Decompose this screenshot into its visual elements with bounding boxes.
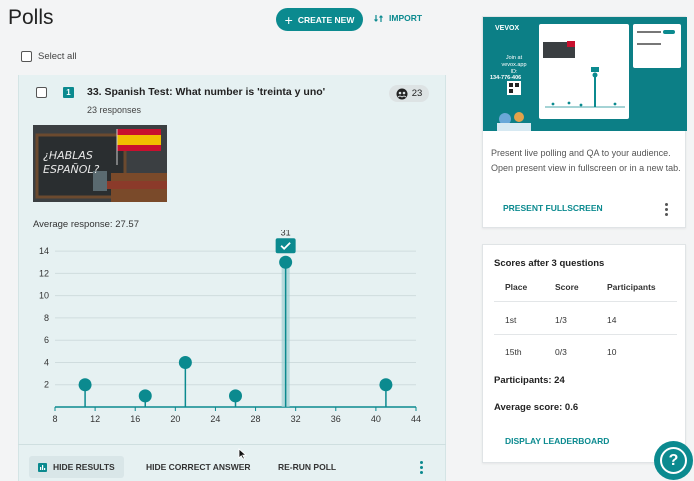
- people-icon: [396, 88, 408, 99]
- help-icon: ?: [660, 447, 687, 474]
- data-point: [279, 255, 293, 269]
- present-join-text: Join at: [505, 55, 523, 61]
- x-tick-label: 12: [90, 414, 100, 424]
- data-point: [138, 389, 152, 403]
- x-tick-label: 28: [251, 414, 261, 424]
- mouse-cursor-icon: [238, 448, 247, 460]
- bar-chart-icon: [38, 462, 47, 472]
- x-tick-label: 16: [130, 414, 140, 424]
- present-id-value: 134-776-406: [490, 75, 522, 81]
- poll-image-text: ¿HABLAS ESPAÑOL?: [43, 149, 100, 176]
- responses-badge[interactable]: 23: [389, 85, 429, 102]
- y-tick-label: 12: [39, 268, 49, 278]
- scores-divider: [494, 334, 677, 335]
- data-point: [78, 378, 92, 392]
- plus-icon: +: [284, 11, 293, 28]
- scores-row-participants: 14: [607, 315, 617, 325]
- page-title: Polls: [8, 6, 54, 29]
- data-point: [379, 378, 393, 392]
- scores-row-score: 0/3: [555, 347, 567, 357]
- x-tick-label: 8: [52, 414, 57, 424]
- x-tick-label: 20: [170, 414, 180, 424]
- present-fullscreen-button[interactable]: PRESENT FULLSCREEN: [503, 203, 603, 213]
- poll-title[interactable]: 33. Spanish Test: What number is 'treint…: [87, 86, 325, 98]
- scores-header-place: Place: [505, 282, 528, 292]
- poll-more-icon[interactable]: [420, 461, 423, 474]
- poll-action-bar: HIDE RESULTS HIDE CORRECT ANSWER RE-RUN …: [18, 444, 446, 481]
- average-response: Average response: 27.57: [33, 219, 139, 230]
- data-point: [229, 389, 242, 403]
- present-card: VEVOX Join at vevox.app ID: 134-776-406 …: [482, 16, 687, 228]
- scores-row-place: 15th: [505, 347, 522, 357]
- scores-row-score: 1/3: [555, 315, 567, 325]
- rerun-poll-label: RE-RUN POLL: [278, 462, 337, 472]
- highlight-value-label: 31: [281, 230, 291, 237]
- hide-correct-answer-label: HIDE CORRECT ANSWER: [146, 462, 251, 472]
- scores-row-participants: 10: [607, 347, 617, 357]
- poll-response-count: 23 responses: [87, 105, 142, 115]
- select-all-label: Select all: [38, 51, 77, 62]
- x-tick-label: 40: [371, 414, 381, 424]
- present-preview-thumbnail[interactable]: VEVOX Join at vevox.app ID: 134-776-406: [483, 17, 687, 131]
- x-tick-label: 32: [291, 414, 301, 424]
- scores-header-participants: Participants: [607, 282, 656, 292]
- poll-number-badge: 1: [63, 87, 74, 98]
- y-tick-label: 14: [39, 246, 49, 256]
- x-tick-label: 36: [331, 414, 341, 424]
- import-label: IMPORT: [389, 13, 423, 23]
- present-brand: VEVOX: [495, 25, 520, 32]
- present-join-block: Join at vevox.app ID:: [501, 55, 527, 76]
- present-more-icon[interactable]: [665, 203, 668, 216]
- create-new-button[interactable]: + CREATE NEW: [276, 8, 363, 31]
- poll-checkbox[interactable]: [36, 87, 47, 98]
- import-icon: [374, 14, 383, 22]
- scores-row-place: 1st: [505, 315, 517, 325]
- help-button[interactable]: ?: [654, 441, 693, 480]
- present-description: Present live polling and QA to your audi…: [491, 148, 681, 173]
- responses-badge-count: 23: [411, 88, 423, 99]
- data-point: [178, 355, 192, 369]
- scores-divider: [494, 301, 677, 302]
- display-leaderboard-button[interactable]: DISPLAY LEADERBOARD: [505, 436, 609, 446]
- scores-header-score: Score: [555, 282, 579, 292]
- results-chart: 24681012148 12 16 20 24 28 32 36 40 4431: [39, 230, 421, 424]
- y-tick-label: 10: [39, 291, 49, 301]
- poll-image: ¿HABLAS ESPAÑOL?: [33, 125, 167, 202]
- correct-answer-marker: [275, 238, 296, 254]
- x-tick-label: 24: [210, 414, 220, 424]
- scores-card: Scores after 3 questions Place Score Par…: [482, 244, 686, 463]
- x-tick-label: 44: [411, 414, 421, 424]
- y-tick-label: 8: [44, 313, 49, 323]
- rerun-poll-button[interactable]: RE-RUN POLL: [278, 462, 336, 472]
- y-tick-label: 4: [44, 357, 49, 367]
- import-button[interactable]: IMPORT: [374, 13, 422, 23]
- y-tick-label: 2: [44, 380, 49, 390]
- y-tick-label: 6: [44, 335, 49, 345]
- scores-title: Scores after 3 questions: [494, 258, 605, 269]
- participants-total: Participants: 24: [494, 375, 565, 386]
- hide-correct-answer-button[interactable]: HIDE CORRECT ANSWER: [146, 462, 251, 472]
- hide-results-label: HIDE RESULTS: [53, 462, 115, 472]
- average-score: Average score: 0.6: [494, 402, 579, 413]
- present-join-url: vevox.app: [501, 62, 527, 68]
- create-new-label: CREATE NEW: [297, 14, 355, 25]
- select-all-checkbox[interactable]: [21, 51, 32, 62]
- hide-results-button[interactable]: HIDE RESULTS: [29, 456, 124, 478]
